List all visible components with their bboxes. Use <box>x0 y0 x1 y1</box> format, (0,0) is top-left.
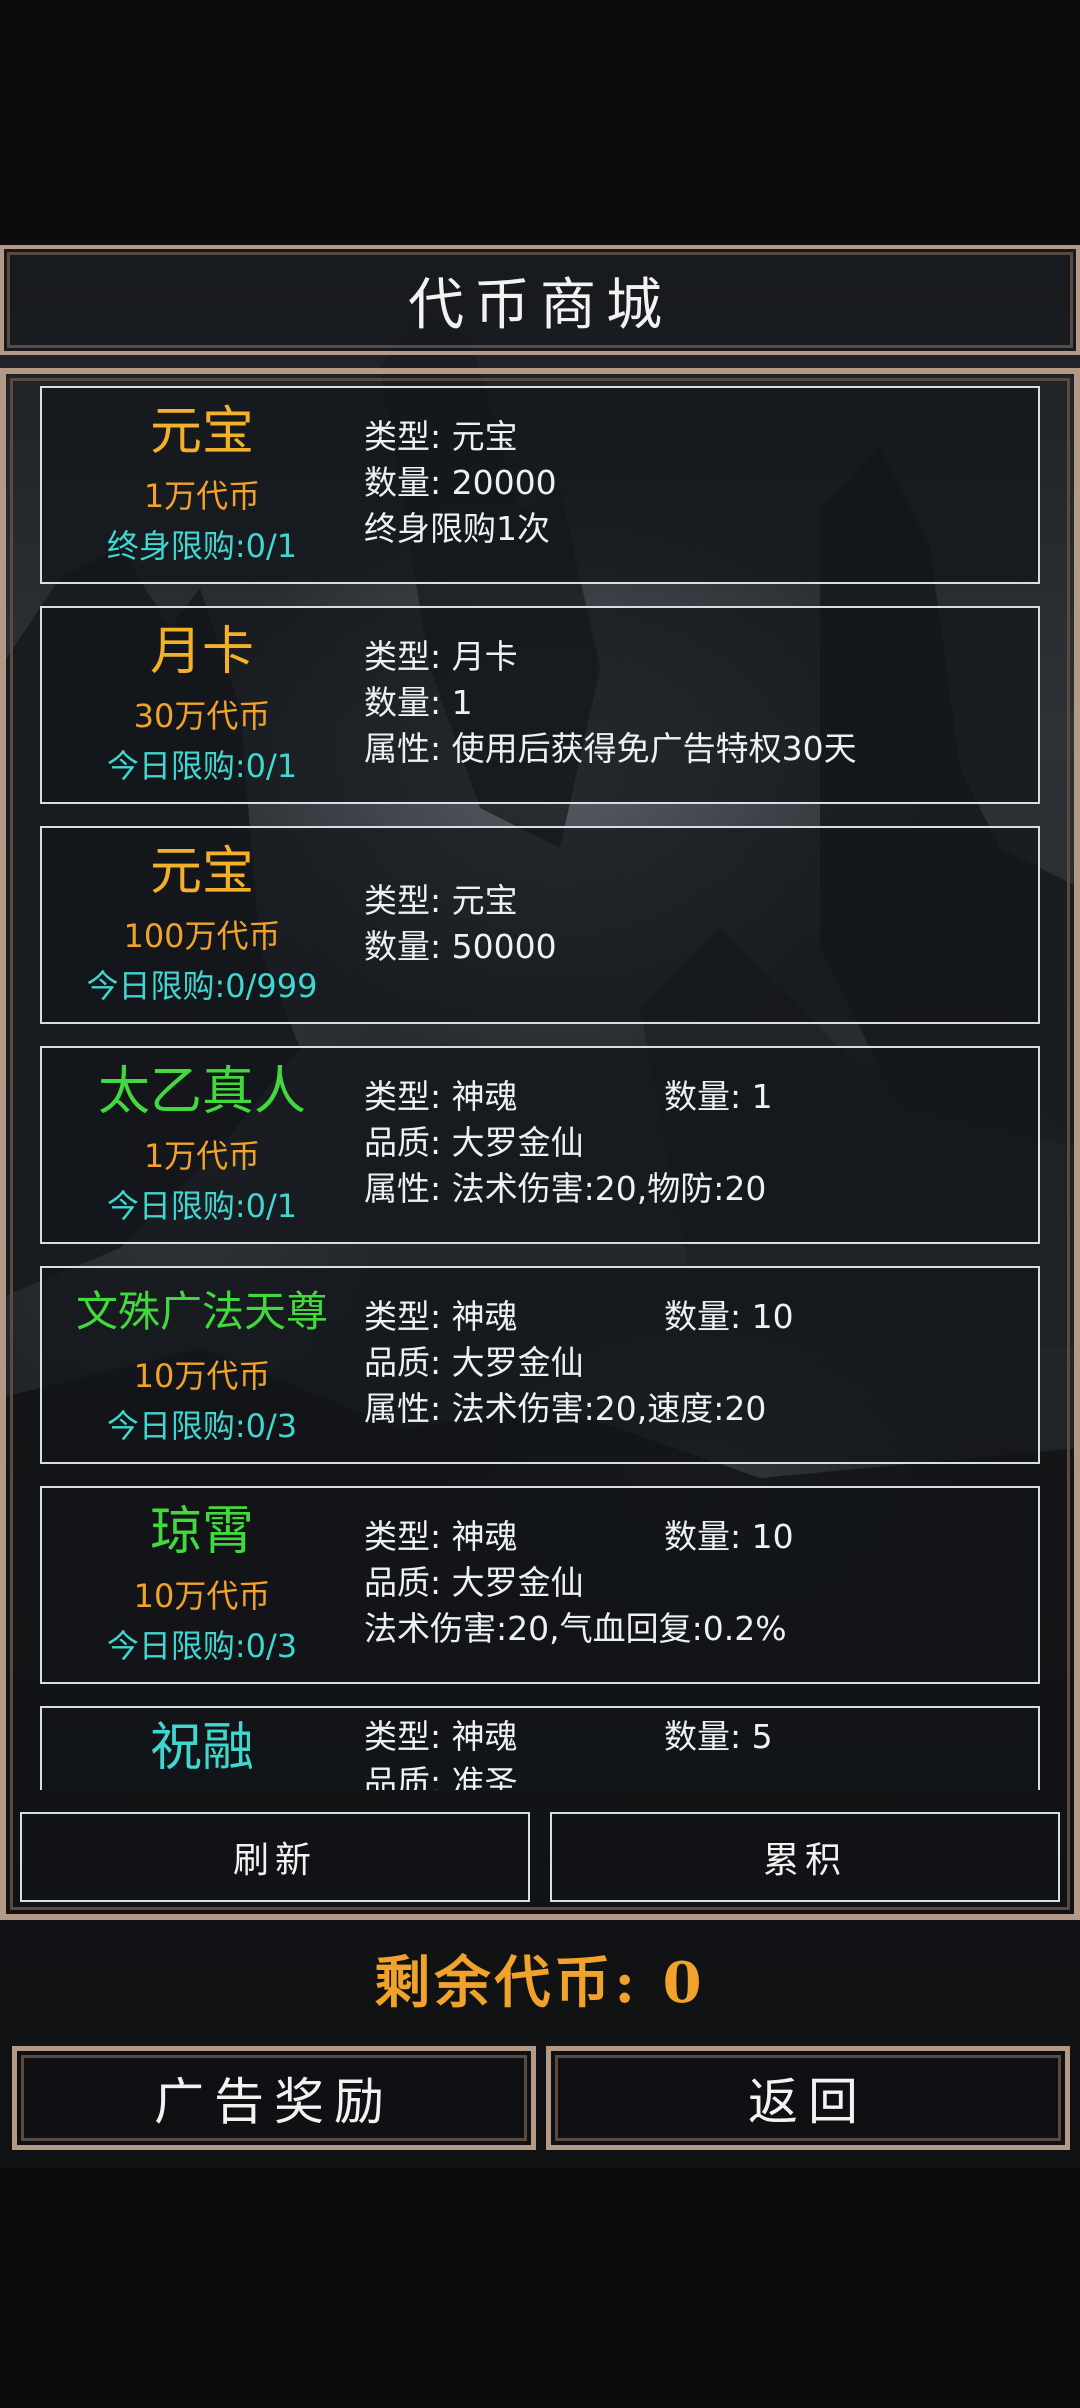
item-summary: 文殊广法天尊 10万代币 今日限购:0/3 <box>42 1268 362 1462</box>
item-summary: 月卡 30万代币 今日限购:0/1 <box>42 608 362 802</box>
item-name: 太乙真人 <box>97 1062 306 1122</box>
item-summary: 元宝 100万代币 今日限购:0/999 <box>42 828 362 1022</box>
item-details: 类型: 神魂 数量: 1 品质: 大罗金仙 属性: 法术伤害:20,物防:20 <box>364 1074 1028 1212</box>
item-details: 类型: 月卡 数量: 1 属性: 使用后获得免广告特权30天 <box>364 634 1028 772</box>
shop-item-card[interactable]: 月卡 30万代币 今日限购:0/1 类型: 月卡 数量: 1 属性: 使用后获得… <box>40 606 1040 804</box>
detail-row: 属性: 法术伤害:20,物防:20 <box>364 1169 767 1208</box>
shop-item-card[interactable]: 元宝 1万代币 终身限购:0/1 类型: 元宝 数量: 20000 终身限购1次 <box>40 386 1040 584</box>
item-name: 祝融 <box>149 1718 254 1778</box>
shop-item-card[interactable]: 文殊广法天尊 10万代币 今日限购:0/3 类型: 神魂 数量: 10 品质: 大… <box>40 1266 1040 1464</box>
item-name: 月卡 <box>149 622 254 682</box>
detail-type: 类型: 神魂 <box>364 1517 518 1556</box>
item-price: 10万代币 <box>133 1577 271 1615</box>
shop-item-card[interactable]: 太乙真人 1万代币 今日限购:0/1 类型: 神魂 数量: 1 品质: 大罗金仙 … <box>40 1046 1040 1244</box>
detail-quantity: 数量: 5 <box>664 1717 773 1756</box>
item-summary: 祝融 <box>42 1708 362 1790</box>
shop-item-card[interactable]: 元宝 100万代币 今日限购:0/999 类型: 元宝 数量: 50000 <box>40 826 1040 1024</box>
detail-row: 品质: 大罗金仙 <box>364 1123 584 1162</box>
ad-reward-button[interactable]: 广告奖励 <box>12 2046 536 2150</box>
back-button[interactable]: 返回 <box>546 2046 1070 2150</box>
item-details: 类型: 神魂 数量: 10 品质: 大罗金仙 法术伤害:20,气血回复:0.2% <box>364 1514 1028 1652</box>
remaining-value: 0 <box>662 1950 706 2016</box>
item-details: 类型: 神魂 数量: 10 品质: 大罗金仙 属性: 法术伤害:20,速度:20 <box>364 1294 1028 1432</box>
detail-row: 品质: 大罗金仙 <box>364 1343 584 1382</box>
detail-row: 属性: 法术伤害:20,速度:20 <box>364 1389 767 1428</box>
shop-item-card[interactable]: 琼霄 10万代币 今日限购:0/3 类型: 神魂 数量: 10 品质: 大罗金仙 … <box>40 1486 1040 1684</box>
item-summary: 元宝 1万代币 终身限购:0/1 <box>42 388 362 582</box>
item-name: 元宝 <box>149 402 254 462</box>
purchase-limit: 今日限购:0/999 <box>86 967 318 1005</box>
item-details: 类型: 元宝 数量: 50000 <box>364 878 1028 970</box>
purchase-limit: 今日限购:0/1 <box>106 1187 298 1225</box>
detail-row: 数量: 1 <box>364 683 473 722</box>
detail-quantity: 数量: 10 <box>664 1517 794 1556</box>
detail-row: 类型: 元宝 <box>364 417 518 456</box>
purchase-limit: 今日限购:0/3 <box>106 1407 298 1445</box>
item-price: 30万代币 <box>133 697 271 735</box>
purchase-limit: 今日限购:0/3 <box>106 1627 298 1665</box>
detail-row: 类型: 神魂 数量: 1 <box>364 1074 1028 1120</box>
detail-row: 品质: 大罗金仙 <box>364 1563 584 1602</box>
detail-quantity: 数量: 10 <box>664 1297 794 1336</box>
detail-type: 类型: 神魂 <box>364 1717 518 1756</box>
purchase-limit: 终身限购:0/1 <box>106 527 298 565</box>
detail-row: 类型: 神魂 数量: 5 <box>364 1714 1028 1760</box>
detail-row: 类型: 月卡 <box>364 637 518 676</box>
detail-row: 数量: 50000 <box>364 927 557 966</box>
remaining-tokens: 剩余代币: 0 <box>0 1938 1080 2019</box>
detail-quantity: 数量: 1 <box>664 1077 773 1116</box>
title-bar: 代币商城 <box>0 245 1080 355</box>
item-price: 100万代币 <box>123 917 281 955</box>
item-price: 10万代币 <box>133 1357 271 1395</box>
item-price: 1万代币 <box>143 1137 261 1175</box>
detail-row: 法术伤害:20,气血回复:0.2% <box>364 1609 787 1648</box>
shop-item-card[interactable]: 祝融 类型: 神魂 数量: 5 品质: 准圣 <box>40 1706 1040 1790</box>
detail-row: 类型: 元宝 <box>364 881 518 920</box>
refresh-button[interactable]: 刷新 <box>20 1812 530 1902</box>
detail-row: 类型: 神魂 数量: 10 <box>364 1294 1028 1340</box>
item-summary: 太乙真人 1万代币 今日限购:0/1 <box>42 1048 362 1242</box>
item-details: 类型: 神魂 数量: 5 品质: 准圣 <box>364 1714 1028 1790</box>
purchase-limit: 今日限购:0/1 <box>106 747 298 785</box>
item-price: 1万代币 <box>143 477 261 515</box>
item-name: 琼霄 <box>149 1502 254 1562</box>
detail-type: 类型: 神魂 <box>364 1297 518 1336</box>
item-list[interactable]: 元宝 1万代币 终身限购:0/1 类型: 元宝 数量: 20000 终身限购1次… <box>40 386 1040 1790</box>
remaining-label: 剩余代币: <box>374 1950 640 2016</box>
item-details: 类型: 元宝 数量: 20000 终身限购1次 <box>364 414 1028 552</box>
detail-row: 类型: 神魂 数量: 10 <box>364 1514 1028 1560</box>
item-name: 文殊广法天尊 <box>75 1287 328 1336</box>
item-summary: 琼霄 10万代币 今日限购:0/3 <box>42 1488 362 1682</box>
page-title: 代币商城 <box>408 272 672 338</box>
detail-row: 数量: 20000 <box>364 463 557 502</box>
detail-type: 类型: 神魂 <box>364 1077 518 1116</box>
detail-row: 终身限购1次 <box>364 509 550 548</box>
detail-row: 品质: 准圣 <box>364 1763 518 1790</box>
accumulate-button[interactable]: 累积 <box>550 1812 1060 1902</box>
detail-row: 属性: 使用后获得免广告特权30天 <box>364 729 857 768</box>
item-name: 元宝 <box>149 842 254 902</box>
